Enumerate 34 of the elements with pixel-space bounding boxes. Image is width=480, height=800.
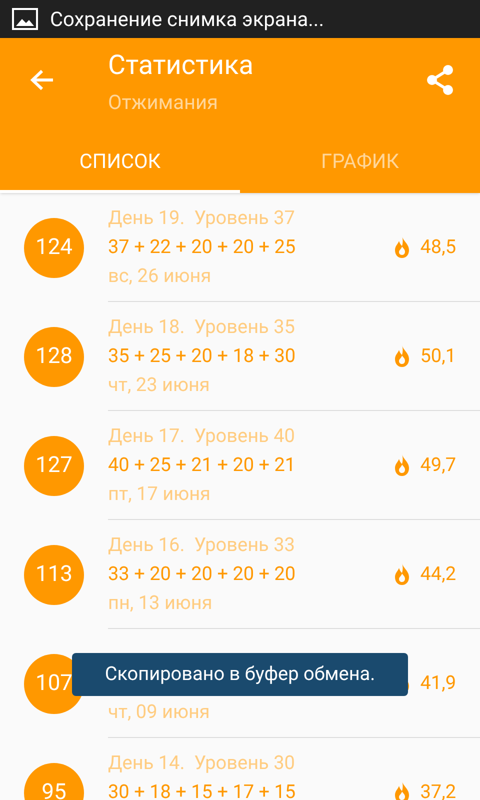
- toast-message: Скопировано в буфер обмена.: [72, 653, 408, 696]
- sets-label: 37 + 22 + 20 + 20 + 25: [108, 234, 296, 260]
- day-level-label: День 14. Уровень 30: [108, 750, 295, 776]
- sets-label: 40 + 25 + 21 + 20 + 21: [108, 452, 296, 478]
- notification-text: Сохранение снимка экрана...: [50, 6, 324, 33]
- share-icon: [425, 64, 455, 96]
- calories-label: 50,1: [420, 342, 456, 369]
- date-label: вс, 26 июня: [108, 262, 212, 289]
- day-level-label: День 19. Уровень 37: [108, 204, 295, 231]
- image-icon: [12, 8, 38, 30]
- day-level-label: День 17. Уровень 40: [108, 422, 295, 449]
- total-badge: 113: [24, 544, 84, 604]
- sets-label: 33 + 20 + 20 + 20 + 20: [108, 560, 296, 587]
- sets-label: 35 + 25 + 20 + 18 + 30: [108, 342, 296, 369]
- calories-label: 41,9: [420, 670, 456, 696]
- total-badge: 128: [24, 326, 84, 386]
- tab[interactable]: СПИСОК: [0, 131, 240, 193]
- date-label: пн, 13 июня: [108, 590, 212, 616]
- day-level-label: День 16. Уровень 33: [108, 532, 295, 558]
- sets-label: 30 + 18 + 15 + 17 + 15: [108, 778, 296, 800]
- day-level-label: День 18. Уровень 35: [108, 314, 295, 340]
- date-label: чт, 23 июня: [108, 372, 210, 398]
- total-badge: 127: [24, 436, 84, 496]
- total-badge: 95: [24, 762, 84, 800]
- calories-label: 48,5: [420, 234, 456, 260]
- screen-subtitle: Отжимания: [108, 89, 220, 116]
- screen-title: Статистика: [108, 48, 254, 82]
- total-badge: 124: [24, 218, 84, 278]
- tab[interactable]: ГРАФИК: [240, 131, 480, 193]
- date-label: чт, 09 июня: [108, 698, 210, 725]
- back-icon: [29, 68, 55, 92]
- date-label: пт, 17 июня: [108, 480, 210, 507]
- calories-label: 49,7: [420, 452, 456, 478]
- calories-label: 44,2: [420, 560, 456, 587]
